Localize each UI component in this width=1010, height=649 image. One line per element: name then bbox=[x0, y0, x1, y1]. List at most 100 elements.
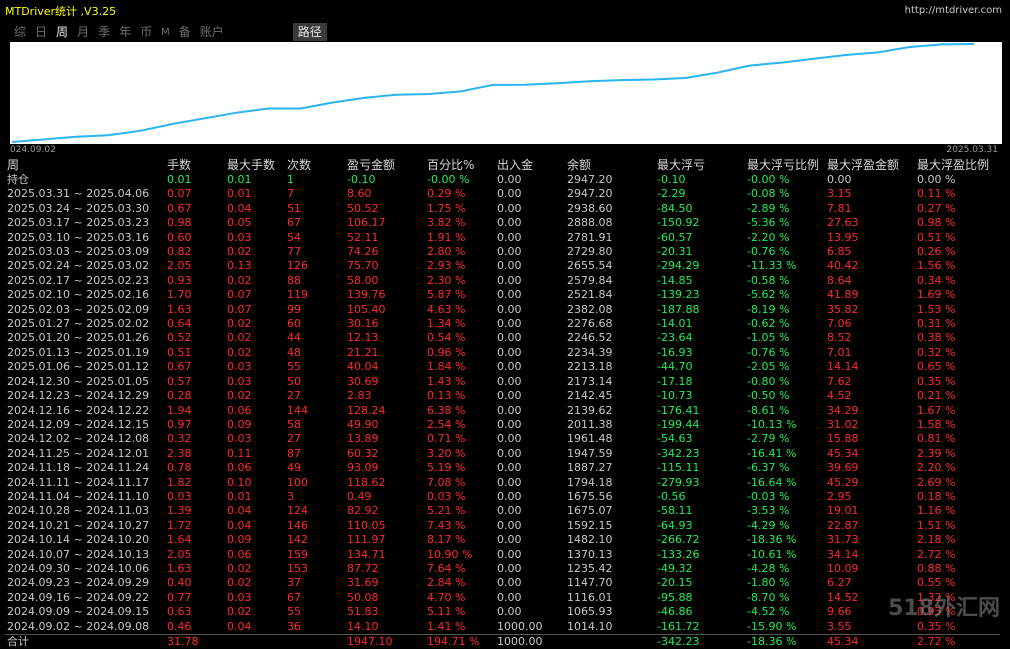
column-header[interactable]: 次数 bbox=[285, 158, 345, 173]
tab-2[interactable]: 周 bbox=[56, 23, 68, 41]
table-row[interactable]: 2025.03.10 ~ 2025.03.160.600.035452.111.… bbox=[5, 231, 1000, 245]
table-cell: 13.95 bbox=[825, 231, 915, 245]
table-cell: 0.00 bbox=[495, 259, 565, 273]
table-row[interactable]: 2024.09.30 ~ 2024.10.061.630.0215387.727… bbox=[5, 562, 1000, 576]
tab-9[interactable]: 账户 bbox=[200, 23, 224, 41]
table-cell: -0.00 % bbox=[745, 173, 825, 187]
table-cell: 0.00 bbox=[495, 432, 565, 446]
column-header[interactable]: 最大浮盈金额 bbox=[825, 158, 915, 173]
table-cell: 2025.03.10 ~ 2025.03.16 bbox=[5, 231, 165, 245]
table-row[interactable]: 2024.10.28 ~ 2024.11.031.390.0412482.925… bbox=[5, 504, 1000, 518]
table-cell: 0.26 % bbox=[915, 245, 1000, 259]
table-row[interactable]: 2025.01.20 ~ 2025.01.260.520.024412.130.… bbox=[5, 331, 1000, 345]
table-cell: -150.92 bbox=[655, 216, 745, 230]
app-title: MTDriver统计 ,V3.25 bbox=[5, 3, 116, 19]
holding-row[interactable]: 持仓0.010.011-0.10-0.00 %0.002947.20-0.10-… bbox=[5, 173, 1000, 187]
column-header[interactable]: 周 bbox=[5, 158, 165, 173]
table-cell: 0.06 bbox=[225, 404, 285, 418]
tab-4[interactable]: 季 bbox=[98, 23, 110, 41]
table-row[interactable]: 2025.02.17 ~ 2025.02.230.930.028858.002.… bbox=[5, 274, 1000, 288]
table-cell: 0.00 bbox=[495, 389, 565, 403]
table-cell: -54.63 bbox=[655, 432, 745, 446]
table-cell: 142 bbox=[285, 533, 345, 547]
table-row[interactable]: 2025.03.17 ~ 2025.03.230.980.0567106.173… bbox=[5, 216, 1000, 230]
table-row[interactable]: 2025.02.10 ~ 2025.02.161.700.07119139.76… bbox=[5, 288, 1000, 302]
table-row[interactable]: 2025.02.03 ~ 2025.02.091.630.0799105.404… bbox=[5, 303, 1000, 317]
column-header[interactable]: 盈亏金额 bbox=[345, 158, 425, 173]
table-cell: 2234.39 bbox=[565, 346, 655, 360]
tab-5[interactable]: 年 bbox=[119, 23, 131, 41]
table-cell: 0.55 % bbox=[915, 576, 1000, 590]
table-cell: -10.13 % bbox=[745, 418, 825, 432]
table-cell: 1235.42 bbox=[565, 562, 655, 576]
table-row[interactable]: 2025.03.03 ~ 2025.03.090.820.027774.262.… bbox=[5, 245, 1000, 259]
table-cell: 2011.38 bbox=[565, 418, 655, 432]
table-cell bbox=[225, 635, 285, 649]
table-row[interactable]: 2024.11.11 ~ 2024.11.171.820.10100118.62… bbox=[5, 476, 1000, 490]
table-cell: 48 bbox=[285, 346, 345, 360]
table-cell: 45.34 bbox=[825, 635, 915, 649]
tab-6[interactable]: 币 bbox=[140, 23, 152, 41]
table-cell: 0.21 % bbox=[915, 389, 1000, 403]
table-cell: -0.10 bbox=[655, 173, 745, 187]
table-cell: 0.98 % bbox=[915, 216, 1000, 230]
tab-8[interactable]: 备 bbox=[179, 23, 191, 41]
table-cell: 1947.10 bbox=[345, 635, 425, 649]
table-cell: 8.52 bbox=[825, 331, 915, 345]
table-row[interactable]: 2024.10.21 ~ 2024.10.271.720.04146110.05… bbox=[5, 519, 1000, 533]
table-row[interactable]: 2024.09.02 ~ 2024.09.080.460.043614.101.… bbox=[5, 620, 1000, 635]
table-row[interactable]: 2024.12.16 ~ 2024.12.221.940.06144128.24… bbox=[5, 404, 1000, 418]
table-row[interactable]: 2025.03.24 ~ 2025.03.300.670.045150.521.… bbox=[5, 202, 1000, 216]
table-cell: 12.13 bbox=[345, 331, 425, 345]
table-cell: 118.62 bbox=[345, 476, 425, 490]
column-header[interactable]: 出入金 bbox=[495, 158, 565, 173]
column-header[interactable]: 最大浮亏比例 bbox=[745, 158, 825, 173]
table-cell: 0.98 bbox=[165, 216, 225, 230]
table-row[interactable]: 2024.12.30 ~ 2025.01.050.570.035030.691.… bbox=[5, 375, 1000, 389]
tab-7[interactable]: M bbox=[161, 24, 170, 41]
table-cell: 0.51 bbox=[165, 346, 225, 360]
table-row[interactable]: 2024.12.02 ~ 2024.12.080.320.032713.890.… bbox=[5, 432, 1000, 446]
table-cell: 0.06 bbox=[225, 548, 285, 562]
column-header[interactable]: 百分比% bbox=[425, 158, 495, 173]
table-cell: 2024.09.30 ~ 2024.10.06 bbox=[5, 562, 165, 576]
column-header[interactable]: 最大手数 bbox=[225, 158, 285, 173]
table-row[interactable]: 2025.01.13 ~ 2025.01.190.510.024821.210.… bbox=[5, 346, 1000, 360]
tab-3[interactable]: 月 bbox=[77, 23, 89, 41]
table-row[interactable]: 2024.11.18 ~ 2024.11.240.780.064993.095.… bbox=[5, 461, 1000, 475]
table-cell: -44.70 bbox=[655, 360, 745, 374]
table-cell: 31.69 bbox=[345, 576, 425, 590]
table-cell: 30.69 bbox=[345, 375, 425, 389]
column-header[interactable]: 最大浮盈比例 bbox=[915, 158, 1000, 173]
website-link[interactable]: http://mtdriver.com bbox=[905, 5, 1002, 16]
table-cell: 7.64 % bbox=[425, 562, 495, 576]
table-row[interactable]: 2024.12.09 ~ 2024.12.150.970.095849.902.… bbox=[5, 418, 1000, 432]
tab-0[interactable]: 综 bbox=[14, 23, 26, 41]
table-cell: 1.67 % bbox=[915, 404, 1000, 418]
table-cell: -49.32 bbox=[655, 562, 745, 576]
table-cell: 45.34 bbox=[825, 447, 915, 461]
tab-1[interactable]: 日 bbox=[35, 23, 47, 41]
table-row[interactable]: 2024.11.04 ~ 2024.11.100.030.0130.490.03… bbox=[5, 490, 1000, 504]
tab-10[interactable]: 路径 bbox=[293, 23, 327, 41]
table-row[interactable]: 2024.10.07 ~ 2024.10.132.050.06159134.71… bbox=[5, 548, 1000, 562]
table-row[interactable]: 2024.09.09 ~ 2024.09.150.630.025551.835.… bbox=[5, 605, 1000, 619]
table-row[interactable]: 2025.03.31 ~ 2025.04.060.070.0178.600.29… bbox=[5, 187, 1000, 201]
table-cell: 2024.11.18 ~ 2024.11.24 bbox=[5, 461, 165, 475]
table-row[interactable]: 2025.02.24 ~ 2025.03.022.050.1312675.702… bbox=[5, 259, 1000, 273]
column-header[interactable]: 余额 bbox=[565, 158, 655, 173]
table-row[interactable]: 2024.11.25 ~ 2024.12.012.380.118760.323.… bbox=[5, 447, 1000, 461]
table-row[interactable]: 2024.10.14 ~ 2024.10.201.640.09142111.97… bbox=[5, 533, 1000, 547]
column-header[interactable]: 最大浮亏 bbox=[655, 158, 745, 173]
table-row[interactable]: 2024.09.23 ~ 2024.09.290.400.023731.692.… bbox=[5, 576, 1000, 590]
table-cell: 128.24 bbox=[345, 404, 425, 418]
table-cell: -17.18 bbox=[655, 375, 745, 389]
total-row[interactable]: 合计31.781947.10194.71 %1000.00-342.23-18.… bbox=[5, 635, 1000, 649]
table-row[interactable]: 2025.01.27 ~ 2025.02.020.640.026030.161.… bbox=[5, 317, 1000, 331]
table-cell: 0.38 % bbox=[915, 331, 1000, 345]
table-row[interactable]: 2025.01.06 ~ 2025.01.120.670.035540.041.… bbox=[5, 360, 1000, 374]
table-row[interactable]: 2024.09.16 ~ 2024.09.220.770.036750.084.… bbox=[5, 591, 1000, 605]
column-header[interactable]: 手数 bbox=[165, 158, 225, 173]
weekly-stats-table: 周手数最大手数次数盈亏金额百分比%出入金余额最大浮亏最大浮亏比例最大浮盈金额最大… bbox=[5, 158, 1000, 649]
table-row[interactable]: 2024.12.23 ~ 2024.12.290.280.02272.830.1… bbox=[5, 389, 1000, 403]
